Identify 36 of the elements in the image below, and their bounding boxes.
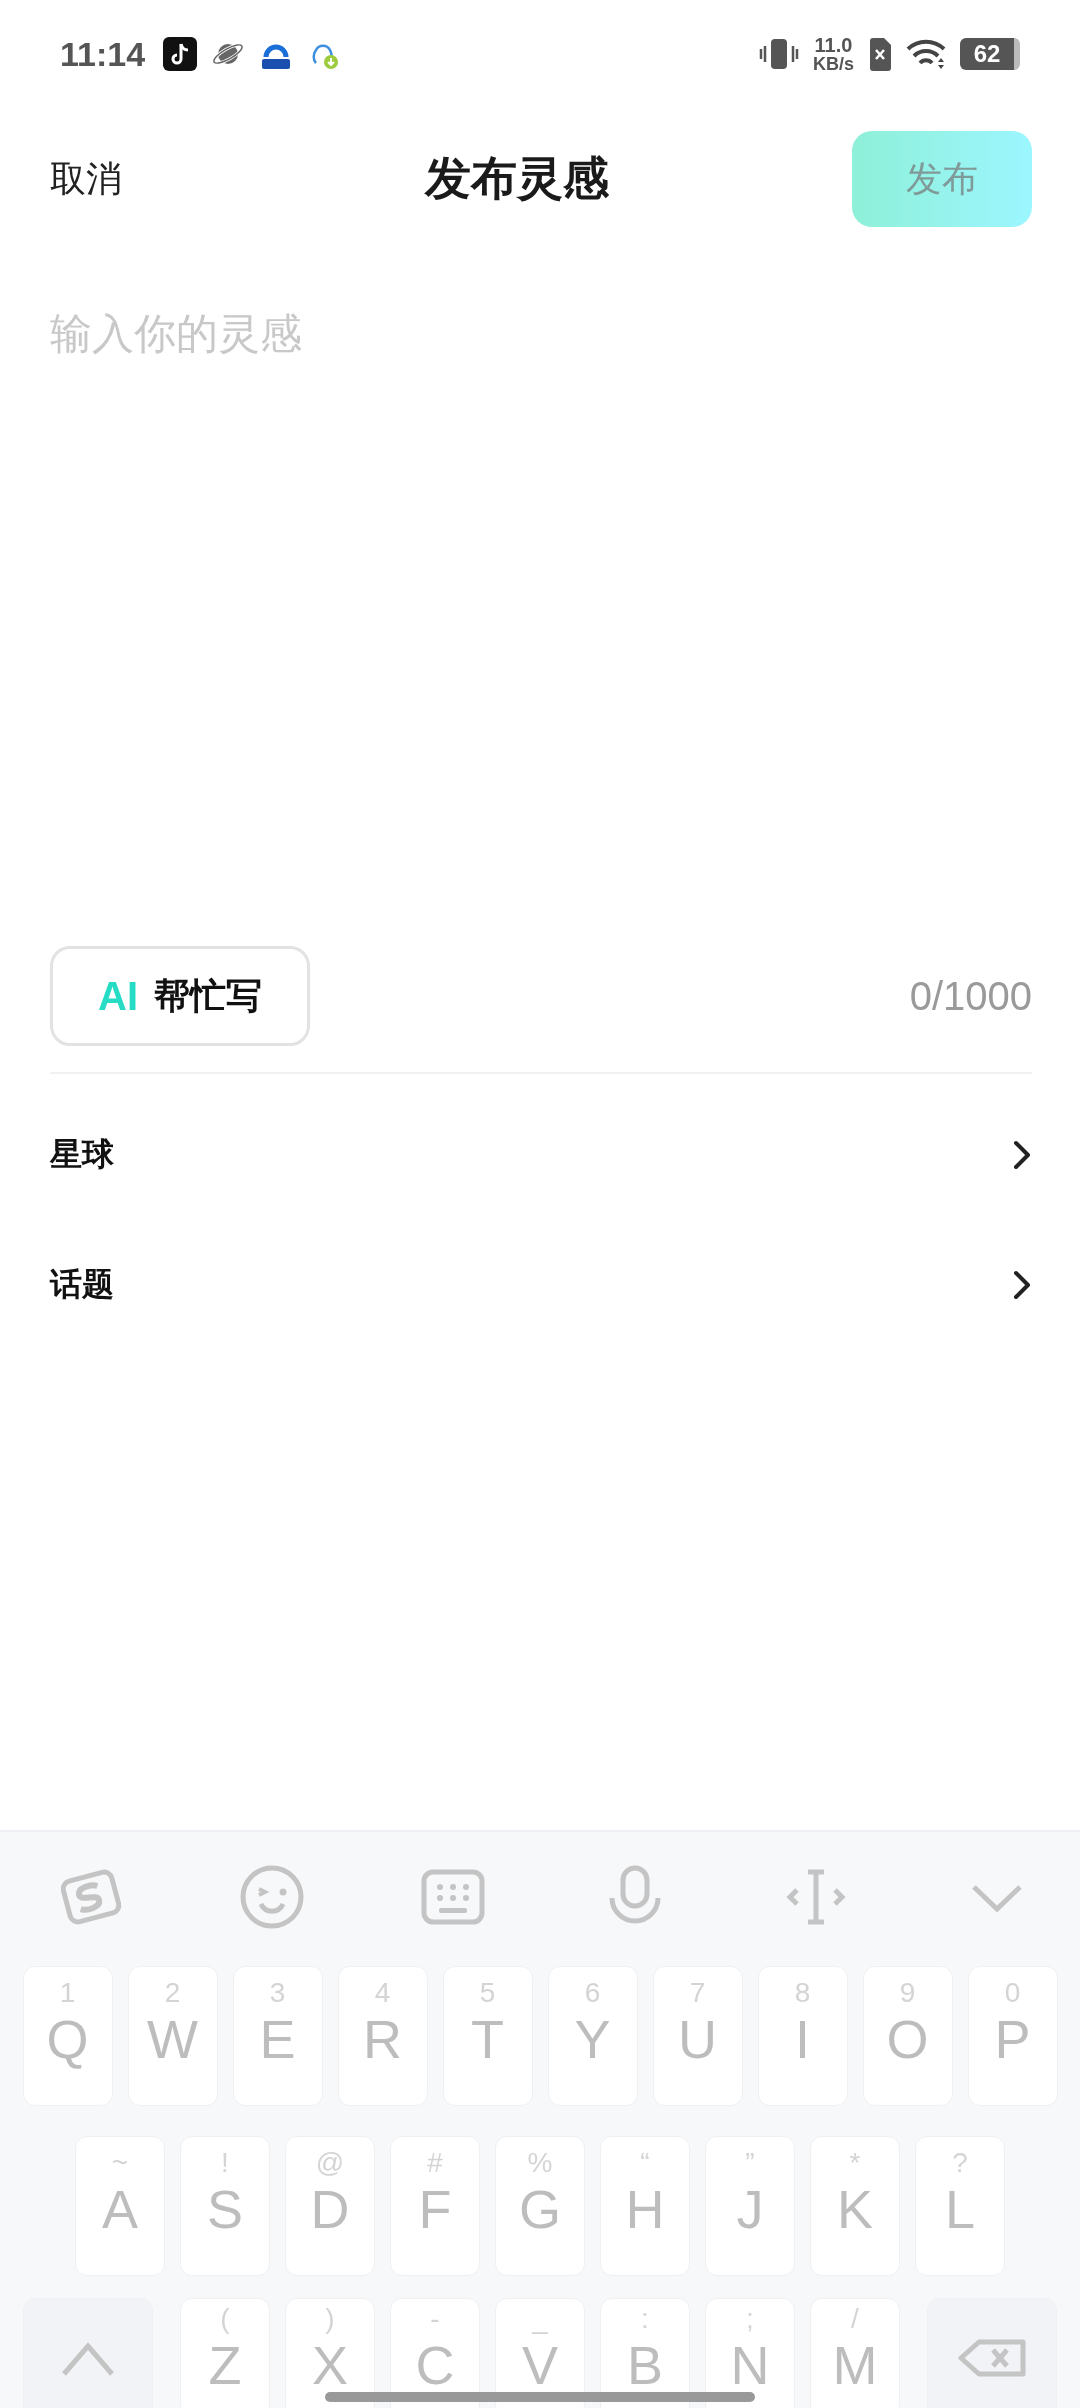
settings-row[interactable]: 星球 bbox=[50, 1090, 1032, 1220]
chevron-right-icon bbox=[1012, 1140, 1032, 1170]
backspace-icon bbox=[957, 2338, 1027, 2378]
keyboard-key[interactable]: ) X bbox=[285, 2298, 375, 2408]
chevron-right-icon bbox=[1012, 1270, 1032, 1300]
battery-indicator: 62 bbox=[960, 38, 1020, 70]
page-title: 发布灵感 bbox=[425, 150, 609, 207]
keyboard-key[interactable]: % G bbox=[495, 2136, 585, 2276]
navigation-handle[interactable] bbox=[325, 2392, 755, 2402]
keyboard-key[interactable]: ; N bbox=[705, 2298, 795, 2408]
keyboard-key[interactable]: _ V bbox=[495, 2298, 585, 2408]
network-speed-unit: KB/s bbox=[813, 55, 854, 73]
keyboard-key[interactable]: @ D bbox=[285, 2136, 375, 2276]
keyboard-key[interactable]: ~ A bbox=[75, 2136, 165, 2276]
keyboard-key[interactable]: “ H bbox=[600, 2136, 690, 2276]
keyboard-key[interactable]: ! S bbox=[180, 2136, 270, 2276]
wifi-icon bbox=[906, 38, 946, 70]
keyboard-key[interactable]: : B bbox=[600, 2298, 690, 2408]
cancel-button[interactable]: 取消 bbox=[50, 154, 122, 204]
character-counter: 0/1000 bbox=[909, 973, 1032, 1019]
ai-write-button[interactable]: AI 帮忙写 bbox=[50, 946, 310, 1046]
clock-time: 11:14 bbox=[60, 34, 146, 74]
keyboard-key[interactable]: ” J bbox=[705, 2136, 795, 2276]
keyboard-key[interactable]: / M bbox=[810, 2298, 900, 2408]
keyboard-key[interactable]: ? L bbox=[915, 2136, 1005, 2276]
keyboard-key[interactable]: - C bbox=[390, 2298, 480, 2408]
network-speed: 11.0 bbox=[814, 35, 853, 55]
music-note-icon bbox=[163, 37, 198, 71]
vibrate-icon bbox=[759, 36, 799, 72]
shift-key[interactable] bbox=[23, 2298, 153, 2408]
settings-row[interactable]: 话题 bbox=[50, 1220, 1032, 1350]
no-sim-icon bbox=[868, 37, 892, 71]
keyboard-key[interactable]: # F bbox=[390, 2136, 480, 2276]
keyboard-key[interactable]: ( Z bbox=[180, 2298, 270, 2408]
backspace-key[interactable] bbox=[927, 2298, 1057, 2408]
keyboard-key[interactable]: * K bbox=[810, 2136, 900, 2276]
